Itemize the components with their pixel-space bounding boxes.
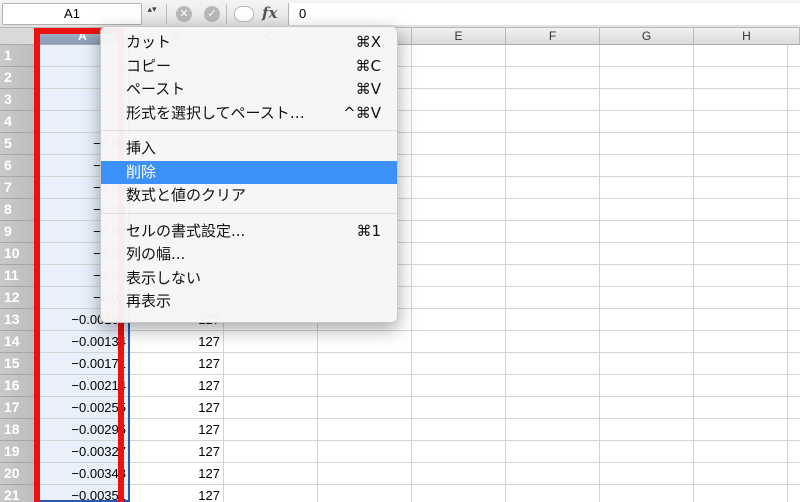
row-header-4[interactable]: 4 <box>0 111 36 133</box>
row-header-21[interactable]: 21 <box>0 485 36 502</box>
menu-item-group1-2[interactable]: ペースト ⌘V <box>101 78 397 102</box>
row-header-13[interactable]: 13 <box>0 309 36 331</box>
cancel-icon[interactable]: ✕ <box>176 6 192 22</box>
menu-item-label: カット <box>126 33 172 51</box>
row-header-19[interactable]: 19 <box>0 441 36 463</box>
row-header-2[interactable]: 2 <box>0 67 36 89</box>
row-header-3[interactable]: 3 <box>0 89 36 111</box>
cell-b21[interactable]: 127 <box>130 485 222 502</box>
row-header-8[interactable]: 8 <box>0 199 36 221</box>
menu-item-label: セルの書式設定... <box>126 221 246 240</box>
row-header-6[interactable]: 6 <box>0 155 36 177</box>
row-header-1[interactable]: 1 <box>0 45 36 67</box>
row-header-14[interactable]: 14 <box>0 331 36 353</box>
confirm-icon[interactable]: ✓ <box>204 6 220 22</box>
name-box-stepper-icon[interactable]: ▴▾ <box>144 4 160 24</box>
menu-item-label: 数式と値のクリア <box>126 186 247 204</box>
menu-item-group2-2[interactable]: 数式と値のクリア <box>101 184 397 208</box>
row-header-9[interactable]: 9 <box>0 221 36 243</box>
menu-item-group2-1[interactable]: 削除 <box>101 160 397 184</box>
row-header-10[interactable]: 10 <box>0 243 36 265</box>
column-header-g[interactable]: G <box>600 28 694 45</box>
menu-item-label: 列の幅... <box>126 245 186 263</box>
cell-b15[interactable]: 127 <box>130 353 222 375</box>
menu-item-shortcut: ⌘V <box>355 80 381 98</box>
menu-item-group1-3[interactable]: 形式を選択してペースト… ^⌘V <box>101 102 397 126</box>
menu-item-shortcut: ⌘1 <box>356 221 381 240</box>
equals-icon[interactable] <box>234 6 254 22</box>
menu-item-shortcut: ⌘X <box>355 33 381 51</box>
row-header-7[interactable]: 7 <box>0 177 36 199</box>
row-header-11[interactable]: 11 <box>0 265 36 287</box>
menu-item-label: ペースト <box>126 80 186 98</box>
context-menu: カット ⌘X コピー ⌘C ペースト ⌘V 形式を選択してペースト… ^⌘V 挿入削除数式と値の… <box>100 26 398 323</box>
cell-b18[interactable]: 127 <box>130 419 222 441</box>
formula-bar: A1 ▴▾ ✕ ✓ fx 0 <box>0 0 800 28</box>
row-header-12[interactable]: 12 <box>0 287 36 309</box>
menu-item-label: 挿入 <box>126 139 157 157</box>
cell-b17[interactable]: 127 <box>130 397 222 419</box>
select-all-corner[interactable] <box>0 28 36 45</box>
row-header-20[interactable]: 20 <box>0 463 36 485</box>
menu-item-label: 削除 <box>126 162 157 181</box>
column-header-e[interactable]: E <box>412 28 506 45</box>
menu-item-group1-0[interactable]: カット ⌘X <box>101 31 397 55</box>
menu-item-label: 表示しない <box>126 268 202 287</box>
column-header-f[interactable]: F <box>506 28 600 45</box>
menu-item-shortcut: ^⌘V <box>343 103 381 122</box>
cell-b19[interactable]: 127 <box>130 441 222 463</box>
menu-item-group3-3[interactable]: 再表示 <box>101 290 397 314</box>
menu-item-label: コピー <box>126 56 172 75</box>
formula-bar-divider <box>166 4 167 24</box>
cell-b20[interactable]: 127 <box>130 463 222 485</box>
menu-item-group3-2[interactable]: 表示しない <box>101 267 397 291</box>
formula-bar-divider <box>226 4 227 24</box>
menu-item-label: 形式を選択してペースト… <box>126 103 305 122</box>
menu-item-group1-1[interactable]: コピー ⌘C <box>101 55 397 79</box>
cell-b16[interactable]: 127 <box>130 375 222 397</box>
menu-separator <box>101 212 397 214</box>
menu-item-group3-0[interactable]: セルの書式設定... ⌘1 <box>101 220 397 244</box>
function-icon[interactable]: fx <box>262 4 277 22</box>
formula-input[interactable]: 0 <box>288 3 800 25</box>
row-header-16[interactable]: 16 <box>0 375 36 397</box>
row-header-17[interactable]: 17 <box>0 397 36 419</box>
column-header-h[interactable]: H <box>694 28 800 45</box>
row-header-15[interactable]: 15 <box>0 353 36 375</box>
name-box[interactable]: A1 <box>2 3 142 25</box>
menu-item-group3-1[interactable]: 列の幅... <box>101 243 397 267</box>
menu-separator <box>101 130 397 131</box>
menu-item-label: 再表示 <box>126 292 172 310</box>
menu-item-group2-0[interactable]: 挿入 <box>101 137 397 161</box>
row-header-18[interactable]: 18 <box>0 419 36 441</box>
menu-item-shortcut: ⌘C <box>355 56 381 75</box>
row-header-5[interactable]: 5 <box>0 133 36 155</box>
cell-b14[interactable]: 127 <box>130 331 222 353</box>
